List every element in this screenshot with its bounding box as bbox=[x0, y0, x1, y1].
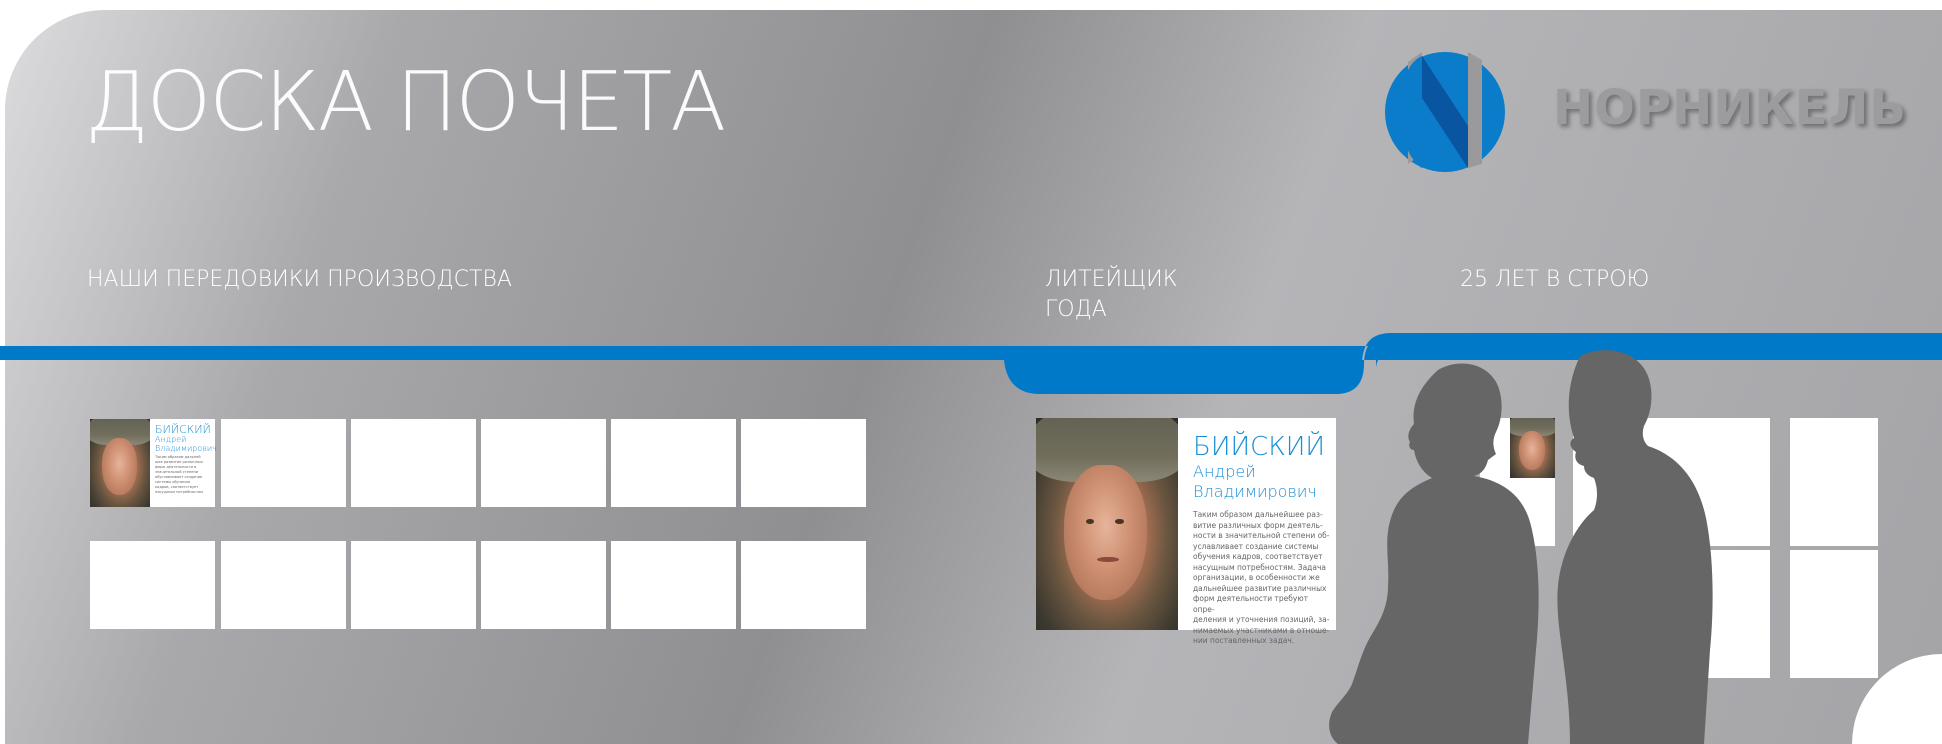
worker-card[interactable]: БИЙСКИЙ Андрей Владимирович Таким образо… bbox=[90, 419, 217, 507]
caster-label-line1: ЛИТЕЙЩИК bbox=[1045, 267, 1178, 292]
veteran-card-empty[interactable] bbox=[1790, 418, 1878, 546]
worker-card-empty[interactable] bbox=[741, 541, 866, 629]
featured-caster-card[interactable]: БИЙСКИЙ Андрей Владимирович Таким образо… bbox=[1036, 418, 1336, 645]
veteran-card-empty[interactable] bbox=[1790, 550, 1878, 678]
worker-card-empty[interactable] bbox=[90, 541, 215, 629]
featured-description: Таким образом дальнейшее раз- витие разл… bbox=[1193, 510, 1330, 645]
nornickel-logo-icon bbox=[1385, 52, 1505, 172]
worker-card-empty[interactable] bbox=[221, 541, 346, 629]
worker-photo bbox=[90, 419, 150, 507]
worker-card-empty[interactable] bbox=[481, 419, 606, 507]
featured-surname: БИЙСКИЙ bbox=[1193, 432, 1326, 462]
worker-card-empty[interactable] bbox=[611, 419, 736, 507]
people-silhouettes-icon bbox=[1329, 350, 1713, 744]
section-label-25-years: 25 ЛЕТ В СТРОЮ bbox=[1460, 267, 1650, 292]
worker-description: Таким образом дальней шее развитие разли… bbox=[155, 455, 203, 494]
featured-name: Андрей bbox=[1193, 462, 1256, 481]
section-label-caster-of-year: ЛИТЕЙЩИК ГОДА bbox=[1045, 265, 1225, 325]
board-title: ДОСКА ПОЧЕТА bbox=[85, 55, 726, 150]
worker-card-empty[interactable] bbox=[351, 541, 476, 629]
section-label-advanced-workers: НАШИ ПЕРЕДОВИКИ ПРОИЗВОДСТВА bbox=[87, 267, 512, 292]
logo-wordmark: НОРНИКЕЛЬ bbox=[1553, 80, 1907, 136]
worker-card-empty[interactable] bbox=[611, 541, 736, 629]
worker-card-empty[interactable] bbox=[741, 419, 866, 507]
worker-card-empty[interactable] bbox=[481, 541, 606, 629]
worker-name: Андрей bbox=[155, 435, 187, 444]
worker-card-empty[interactable] bbox=[351, 419, 476, 507]
worker-patronymic: Владимирович bbox=[155, 444, 217, 453]
featured-patronymic: Владимирович bbox=[1193, 482, 1317, 501]
worker-card-empty[interactable] bbox=[221, 419, 346, 507]
featured-caster-photo bbox=[1036, 418, 1178, 630]
